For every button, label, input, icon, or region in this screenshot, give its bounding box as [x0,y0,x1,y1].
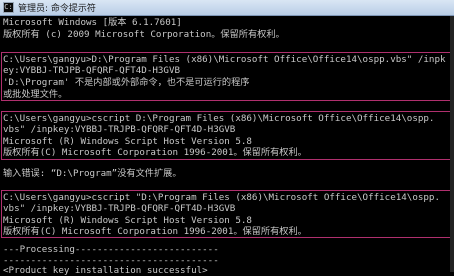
console-line: ---Processing-------------------------- [3,244,219,255]
console-line: <Product key installation successful> [3,265,208,276]
highlight-box [1,190,453,238]
console-output[interactable]: Microsoft Windows [版本 6.1.7601] 版权所有 (c)… [0,16,454,276]
console-line: 版权所有 (c) 2009 Microsoft Corporation。保留所有… [3,29,285,40]
console-line: 输入错误: “D:\Program”没有文件扩展。 [3,168,182,179]
window-title: 管理员: 命令提示符 [18,4,96,14]
highlight-box [1,111,453,160]
window-titlebar: C: 管理员: 命令提示符 [0,0,454,16]
cmd-icon: C: [3,2,14,13]
console-line: Microsoft Windows [版本 6.1.7601] [3,17,182,28]
vertical-scrollbar[interactable] [450,16,454,272]
highlight-box [1,52,453,101]
